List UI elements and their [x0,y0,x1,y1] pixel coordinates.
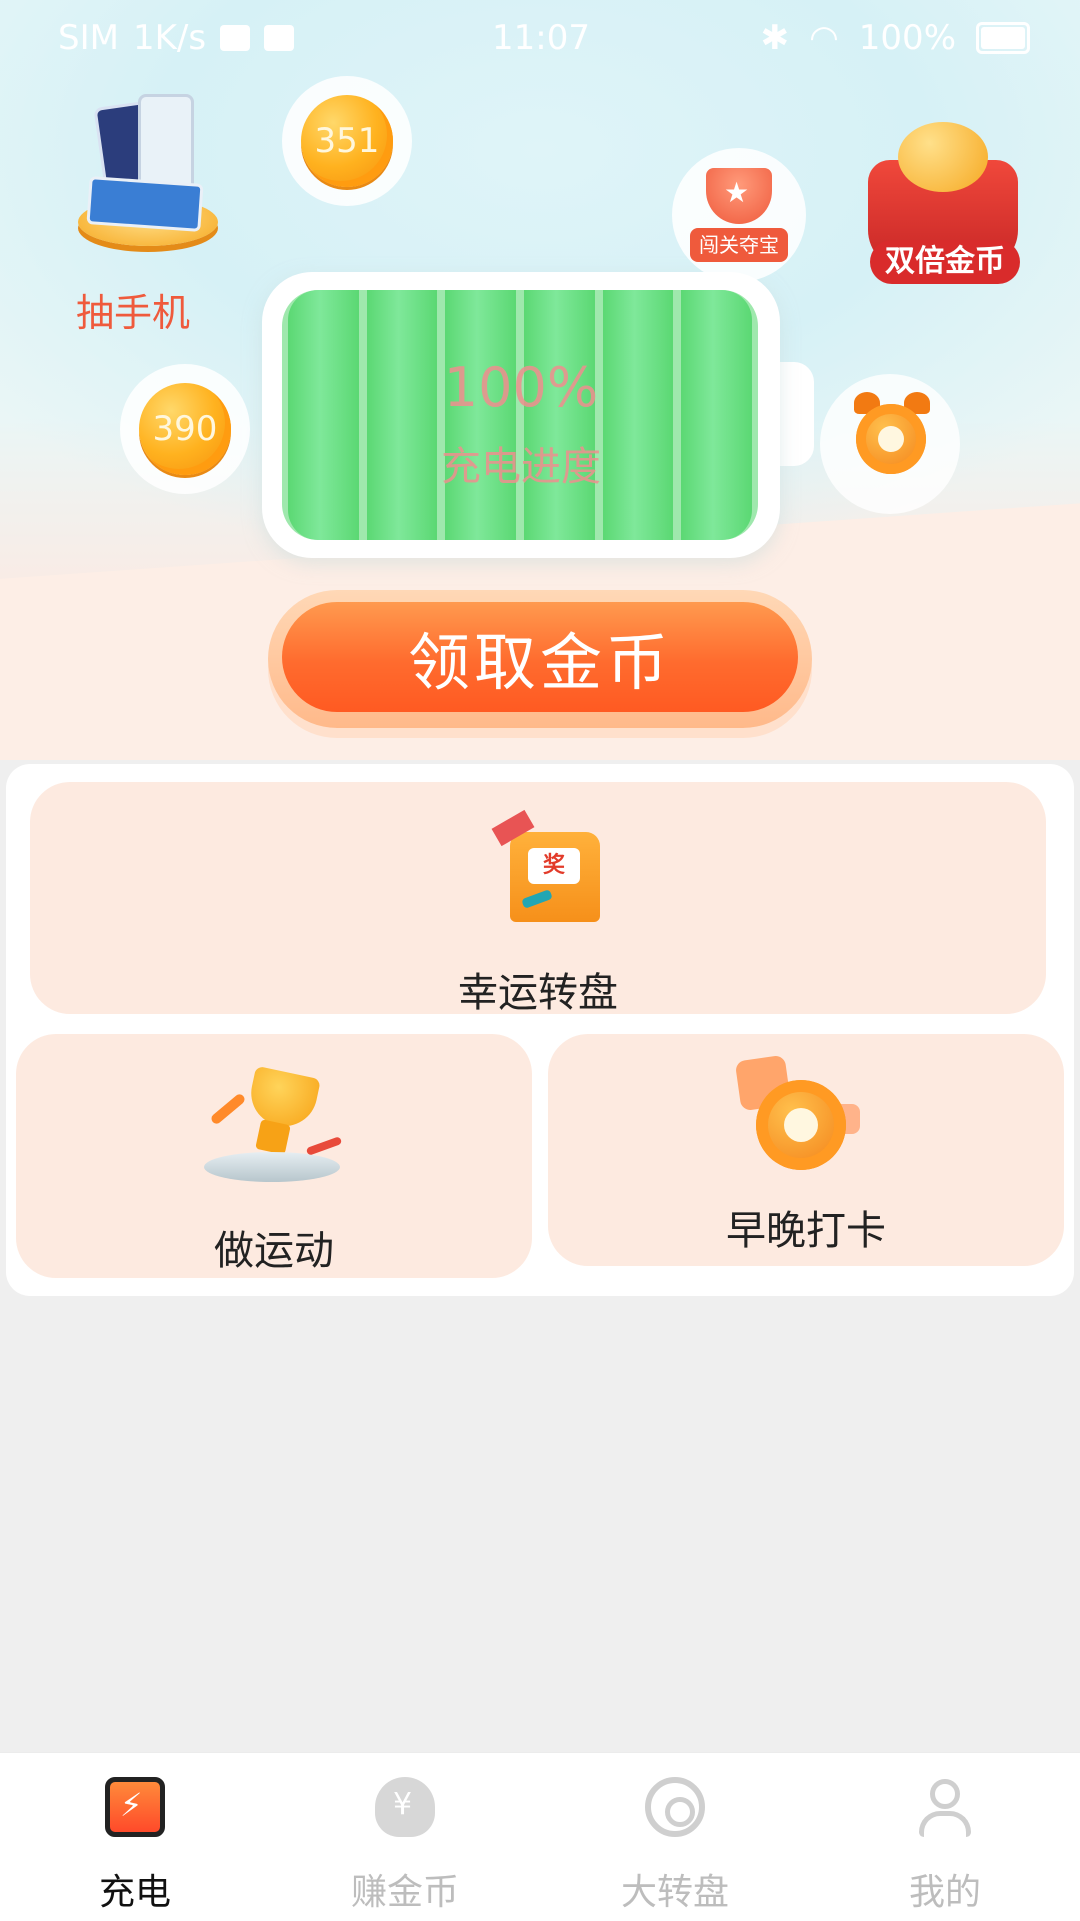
wifi-icon: ◠ [809,18,839,58]
lucky-wheel-label: 幸运转盘 [458,970,618,1016]
battery-percent: 100% [858,18,956,58]
exercise-card[interactable]: 做运动 [16,1034,532,1278]
challenge-treasure-badge[interactable]: 闯关夺宝 [672,148,806,282]
coin-icon: 351 [301,95,393,187]
user-icon [915,1777,975,1837]
phone-prize-icon[interactable] [70,88,220,248]
charge-percent: 100% [443,356,599,419]
status-bar: SIM 1K/s 11:07 ✱ ◠ 100% [0,0,1080,76]
bluetooth-icon: ✱ [760,18,790,58]
tab-earn-coins[interactable]: 赚金币 [270,1753,540,1921]
money-bag-icon [375,1777,435,1837]
double-coin-label: 双倍金币 [870,240,1020,284]
challenge-treasure-label: 闯关夺宝 [690,228,788,262]
lucky-wheel-card[interactable]: 奖 幸运转盘 [30,782,1046,1016]
tab-label: 充电 [98,1872,171,1913]
exercise-label: 做运动 [214,1228,334,1274]
tab-label: 大转盘 [620,1872,729,1913]
charge-progress-label: 充电进度 [441,444,601,490]
wheel-icon [645,1777,705,1837]
bottom-tab-bar: 充电 赚金币 大转盘 我的 [0,1752,1080,1921]
coin-icon: 390 [139,383,231,475]
battery-icon [976,22,1030,54]
trophy-icon [202,1064,343,1194]
double-coin-button[interactable]: 双倍金币 [852,104,1032,284]
carrier-text: SIM [58,18,119,58]
claim-coins-button[interactable]: 领取金币 [268,590,812,728]
trophy-icon [706,168,772,224]
alarm-clock-button[interactable] [820,374,960,514]
phone-prize-label[interactable]: 抽手机 [76,282,190,337]
prize-machine-screen: 奖 [528,848,580,884]
status-right: ✱ ◠ 100% [761,18,1030,58]
charge-battery: 100% 充电进度 [262,272,780,558]
coin-bubble-top[interactable]: 351 [282,76,412,206]
feature-panel: 奖 幸运转盘 做运动 早晚打卡 [6,764,1074,1296]
clock-time: 11:07 [492,18,590,58]
notification-icon [220,25,251,51]
prize-machine-icon: 奖 [491,809,610,930]
coin-bubble-left[interactable]: 390 [120,364,250,494]
charge-icon [105,1777,165,1837]
notification-icon [264,25,295,51]
tab-wheel[interactable]: 大转盘 [540,1753,810,1921]
tab-charge[interactable]: 充电 [0,1753,270,1921]
claim-coins-label: 领取金币 [282,602,798,712]
tab-label: 我的 [908,1872,981,1913]
tab-mine[interactable]: 我的 [810,1753,1080,1921]
checkin-label: 早晚打卡 [726,1208,886,1254]
status-left: SIM 1K/s [58,18,295,58]
checkin-card[interactable]: 早晚打卡 [548,1034,1064,1266]
alarm-clock-icon [734,1054,868,1184]
alarm-clock-icon [856,404,926,474]
network-speed: 1K/s [132,18,207,58]
tab-label: 赚金币 [350,1872,459,1913]
